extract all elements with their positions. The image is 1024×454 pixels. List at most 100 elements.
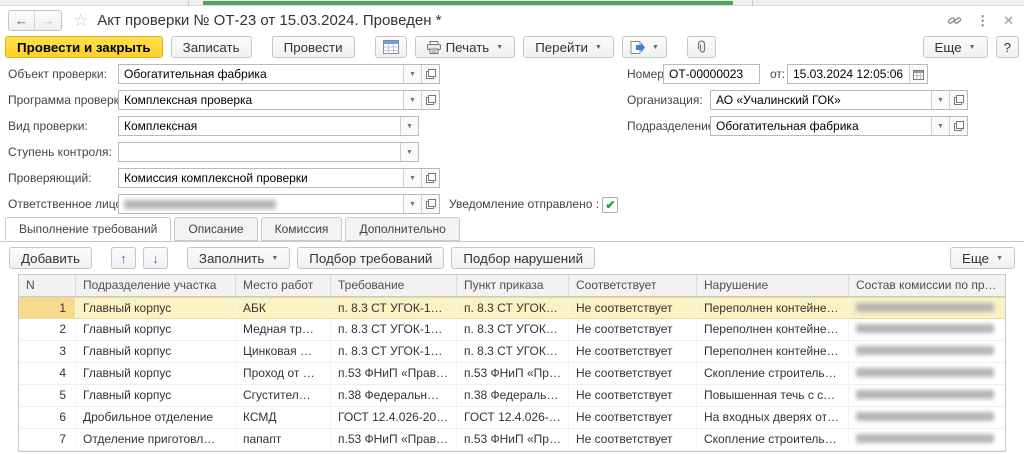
table-cell[interactable]: п. 8.3 СТ УГОК-1… bbox=[331, 298, 457, 318]
tab-additional[interactable]: Дополнительно bbox=[345, 217, 459, 241]
dropdown-button[interactable]: ▼ bbox=[931, 117, 949, 135]
notification-checkbox[interactable]: ✔ bbox=[602, 197, 618, 213]
table-row[interactable]: 5Главный корпусСгустител…п.38 Федеральн…… bbox=[19, 385, 1005, 407]
open-button[interactable] bbox=[421, 169, 439, 187]
col-header-conforms[interactable]: Соответствует bbox=[569, 275, 697, 296]
number-field[interactable]: ОТ-00000023 bbox=[663, 64, 760, 84]
fill-button[interactable]: Заполнить▼ bbox=[187, 247, 290, 269]
kind-field[interactable]: Комплексная ▼ bbox=[118, 116, 419, 136]
col-header-number[interactable]: N bbox=[19, 275, 76, 296]
table-cell[interactable]: Главный корпус bbox=[76, 298, 236, 318]
table-cell[interactable]: п. 8.3 СТ УГОК-16-15 «Система … bbox=[457, 341, 569, 362]
open-button[interactable] bbox=[421, 65, 439, 83]
control-level-value[interactable] bbox=[119, 143, 400, 161]
table-cell[interactable]: 3 bbox=[19, 341, 76, 362]
table-cell[interactable]: Переполнен контейнер дл… bbox=[697, 341, 849, 362]
table-cell[interactable]: п.38 Федеральн… bbox=[331, 385, 457, 406]
organization-field[interactable]: АО «Учалинский ГОК» ▼ bbox=[710, 90, 968, 110]
table-cell[interactable]: Отделение приготовл… bbox=[76, 429, 236, 450]
table-cell[interactable]: Не соответствует bbox=[569, 319, 697, 340]
col-header-requirement[interactable]: Требование bbox=[331, 275, 457, 296]
table-cell[interactable]: п. 8.3 СТ УГОК-16-15 «Система … bbox=[457, 319, 569, 340]
dropdown-button[interactable]: ▼ bbox=[403, 169, 421, 187]
table-row[interactable]: 3Главный корпусЦинковая …п. 8.3 СТ УГОК-… bbox=[19, 341, 1005, 363]
open-button[interactable] bbox=[421, 91, 439, 109]
program-value[interactable]: Комплексная проверка bbox=[119, 91, 403, 109]
forward-button[interactable]: → bbox=[35, 11, 61, 30]
table-cell[interactable]: Главный корпус bbox=[76, 341, 236, 362]
open-button[interactable] bbox=[949, 91, 967, 109]
open-button[interactable] bbox=[421, 195, 439, 213]
dropdown-button[interactable]: ▼ bbox=[400, 143, 418, 161]
table-cell[interactable]: п. 8.3 СТ УГОК-1… bbox=[331, 341, 457, 362]
table-cell[interactable]: Не соответствует bbox=[569, 341, 697, 362]
help-button[interactable]: ? bbox=[996, 36, 1019, 58]
number-value[interactable]: ОТ-00000023 bbox=[664, 65, 759, 83]
table-cell[interactable]: Цинковая … bbox=[236, 341, 331, 362]
table-cell[interactable]: п.38 Федеральных норм и прави… bbox=[457, 385, 569, 406]
table-cell[interactable]: Проход от … bbox=[236, 363, 331, 384]
col-header-commission[interactable]: Состав комиссии по проверке bbox=[849, 275, 1005, 296]
post-and-close-button[interactable]: Провести и закрыть bbox=[5, 36, 163, 58]
table-cell[interactable]: 1 bbox=[19, 298, 76, 318]
table-cell[interactable]: Медная тр… bbox=[236, 319, 331, 340]
attachments-button[interactable] bbox=[687, 36, 716, 58]
register-records-button[interactable] bbox=[375, 36, 407, 58]
col-header-subdivision[interactable]: Подразделение участка bbox=[76, 275, 236, 296]
table-cell[interactable]: п. 8.3 СТ УГОК-16-15 «Система … bbox=[457, 298, 569, 318]
table-cell[interactable]: 4 bbox=[19, 363, 76, 384]
department-field[interactable]: Обогатительная фабрика ▼ bbox=[710, 116, 968, 136]
responsible-field[interactable]: ▼ bbox=[118, 194, 440, 214]
table-row[interactable]: 4Главный корпусПроход от …п.53 ФНиП «Пра… bbox=[19, 363, 1005, 385]
table-cell[interactable]: Переполнен контейнер дл… bbox=[697, 298, 849, 318]
col-header-workplace[interactable]: Место работ bbox=[236, 275, 331, 296]
table-cell[interactable]: Повышенная течь с сальн… bbox=[697, 385, 849, 406]
dropdown-button[interactable]: ▼ bbox=[400, 117, 418, 135]
object-value[interactable]: Обогатительная фабрика bbox=[119, 65, 403, 83]
dropdown-button[interactable]: ▼ bbox=[403, 65, 421, 83]
table-cell[interactable]: Главный корпус bbox=[76, 385, 236, 406]
table-cell[interactable]: 5 bbox=[19, 385, 76, 406]
table-cell[interactable]: Главный корпус bbox=[76, 363, 236, 384]
department-value[interactable]: Обогатительная фабрика bbox=[711, 117, 931, 135]
move-down-button[interactable]: ↓ bbox=[143, 247, 168, 269]
table-cell[interactable]: папапт bbox=[236, 429, 331, 450]
object-field[interactable]: Обогатительная фабрика ▼ bbox=[118, 64, 440, 84]
table-cell[interactable]: Не соответствует bbox=[569, 298, 697, 318]
goto-button[interactable]: Перейти▼ bbox=[523, 36, 614, 58]
table-cell[interactable]: ГОСТ 12.4.026-2015 bbox=[457, 407, 569, 428]
redacted-cell[interactable] bbox=[849, 385, 1005, 406]
table-cell[interactable]: 2 bbox=[19, 319, 76, 340]
table-more-button[interactable]: Еще▼ bbox=[950, 247, 1015, 269]
table-cell[interactable]: п.53 ФНиП «Прав… bbox=[331, 429, 457, 450]
table-row[interactable]: 2Главный корпусМедная тр…п. 8.3 СТ УГОК-… bbox=[19, 319, 1005, 341]
add-row-button[interactable]: Добавить bbox=[9, 247, 92, 269]
table-cell[interactable]: Не соответствует bbox=[569, 429, 697, 450]
dropdown-button[interactable]: ▼ bbox=[931, 91, 949, 109]
back-button[interactable]: ← bbox=[9, 11, 35, 30]
table-cell[interactable]: п. 8.3 СТ УГОК-1… bbox=[331, 319, 457, 340]
table-cell[interactable]: Не соответствует bbox=[569, 385, 697, 406]
kind-value[interactable]: Комплексная bbox=[119, 117, 400, 135]
redacted-cell[interactable] bbox=[849, 319, 1005, 340]
send-button[interactable]: ▼ bbox=[622, 36, 667, 58]
redacted-cell[interactable] bbox=[849, 298, 1005, 318]
col-header-violation[interactable]: Нарушение bbox=[697, 275, 849, 296]
table-cell[interactable]: АБК bbox=[236, 298, 331, 318]
link-icon[interactable] bbox=[947, 13, 962, 28]
dropdown-button[interactable]: ▼ bbox=[403, 195, 421, 213]
program-field[interactable]: Комплексная проверка ▼ bbox=[118, 90, 440, 110]
pick-requirements-button[interactable]: Подбор требований bbox=[297, 247, 444, 269]
date-value[interactable]: 15.03.2024 12:05:06 bbox=[788, 65, 909, 83]
favorite-star-icon[interactable]: ☆ bbox=[73, 11, 88, 31]
tab-requirements[interactable]: Выполнение требований bbox=[5, 217, 171, 241]
more-button[interactable]: Еще▼ bbox=[923, 36, 988, 58]
control-level-field[interactable]: ▼ bbox=[118, 142, 419, 162]
inspector-value[interactable]: Комиссия комплексной проверки bbox=[119, 169, 403, 187]
redacted-cell[interactable] bbox=[849, 341, 1005, 362]
dropdown-button[interactable]: ▼ bbox=[403, 91, 421, 109]
tab-commission[interactable]: Комиссия bbox=[261, 217, 343, 241]
move-up-button[interactable]: ↑ bbox=[111, 247, 136, 269]
close-icon[interactable]: ✕ bbox=[1003, 13, 1014, 29]
table-cell[interactable]: КСМД bbox=[236, 407, 331, 428]
